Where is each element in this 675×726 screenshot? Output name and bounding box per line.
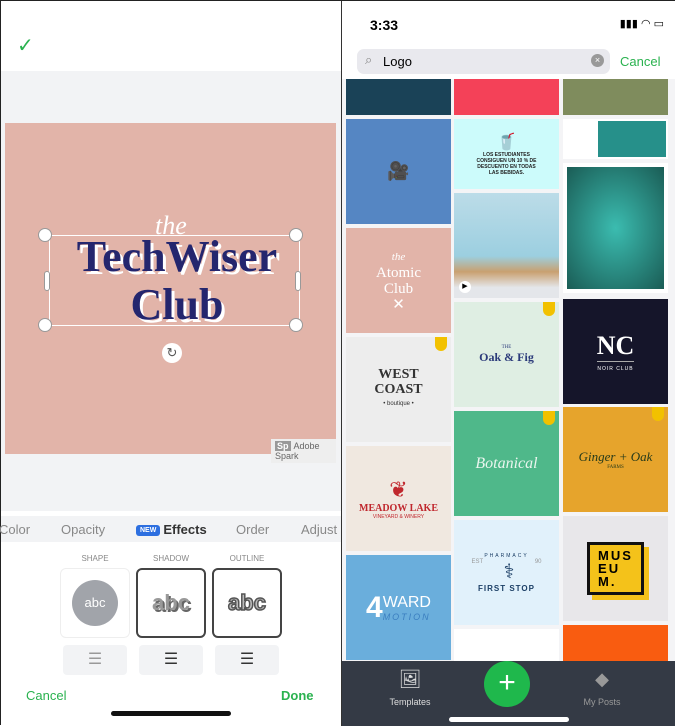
template-tile[interactable]: NC NOIR CLUB [563, 299, 668, 404]
template-tile[interactable] [454, 79, 559, 115]
shadow-settings-icon[interactable]: ☰ [139, 645, 203, 675]
template-tile[interactable] [454, 629, 559, 661]
template-tile[interactable]: ❦ MEADOW LAKE VINEYARD & WINERY [346, 446, 451, 551]
template-tile[interactable]: Ginger + Oak FARMS [563, 407, 668, 512]
template-tile[interactable]: PHARMACY EST ⚕ 90 FIRST STOP [454, 520, 559, 625]
my-posts-icon: ◆ [595, 669, 609, 689]
premium-badge [543, 302, 555, 316]
tab-my-posts[interactable]: My Posts [562, 697, 642, 707]
clear-icon[interactable]: × [591, 54, 604, 67]
resize-handle[interactable] [289, 318, 303, 332]
template-tile[interactable] [563, 163, 668, 293]
search-icon: ⌕ [365, 52, 373, 67]
tab-opacity[interactable]: Opacity [61, 522, 105, 537]
resize-handle[interactable] [289, 228, 303, 242]
resize-handle[interactable] [38, 318, 52, 332]
side-handle[interactable] [295, 271, 301, 291]
tool-tabs: Color Opacity NEW Effects Order Adjust [0, 516, 341, 542]
shape-settings-icon[interactable]: ☰ [63, 645, 127, 675]
shape-effect-button[interactable]: abc [60, 568, 130, 638]
outline-label: OUTLINE [229, 554, 265, 563]
template-tile[interactable]: WEST COAST • boutique • [346, 337, 451, 442]
play-icon[interactable]: ▶ [459, 281, 471, 293]
template-tile[interactable]: 4 WARD MOTION [346, 555, 451, 660]
tab-color[interactable]: Color [0, 522, 30, 537]
resize-handle[interactable] [38, 228, 52, 242]
new-badge: NEW [136, 525, 161, 536]
grapes-icon: ❦ [389, 477, 408, 502]
side-handle[interactable] [44, 271, 50, 291]
home-indicator [111, 711, 231, 716]
camera-icon: 🎥 [387, 161, 410, 181]
status-icons: ▮▮▮ ◠ ▭ [619, 18, 664, 30]
shadow-label: SHADOW [153, 554, 189, 563]
tab-adjust[interactable]: Adjust [301, 522, 337, 537]
template-tile[interactable] [563, 79, 668, 115]
template-tile[interactable] [563, 119, 668, 159]
adobe-spark-watermark: Sp Adobe Spark [271, 439, 336, 463]
template-tile[interactable]: THE Oak & Fig [454, 302, 559, 407]
tab-templates[interactable]: Templates [370, 697, 450, 707]
status-time: 3:33 [370, 17, 399, 33]
create-plus-button[interactable]: + [484, 661, 530, 707]
tab-effects[interactable]: NEW Effects [136, 522, 207, 537]
template-tile[interactable]: ▶ [454, 193, 559, 298]
templates-icon: 🖼 [398, 669, 422, 689]
editor-panel: ✓ the TechWiser Club ↻ Sp Adobe Spark Colo… [0, 1, 341, 726]
premium-badge [652, 407, 664, 421]
outline-effect-button[interactable]: abc [212, 568, 282, 638]
shadow-effect-button[interactable]: abc [136, 568, 206, 638]
search-input[interactable]: ⌕ Logo × [357, 49, 610, 74]
outline-settings-icon[interactable]: ☰ [215, 645, 279, 675]
cancel-button[interactable]: Cancel [26, 688, 66, 703]
premium-badge [435, 337, 447, 351]
search-cancel-button[interactable]: Cancel [620, 54, 660, 69]
selection-box [49, 235, 300, 326]
template-tile[interactable]: 🎥 [346, 119, 451, 224]
design-canvas[interactable]: the TechWiser Club ↻ Sp Adobe Spark [5, 123, 336, 463]
template-tile[interactable]: the Atomic Club ✕ [346, 228, 451, 333]
template-browser: 3:33 ▮▮▮ ◠ ▭ ⌕ Logo × Cancel 🎥 the Atomic Cl… [341, 1, 675, 726]
tab-order[interactable]: Order [236, 522, 269, 537]
drink-icon: 🥤 [496, 134, 517, 151]
done-button[interactable]: Done [281, 688, 314, 703]
template-tile[interactable]: MUS EU M. [563, 516, 668, 621]
premium-badge [543, 411, 555, 425]
template-tile[interactable] [346, 79, 451, 115]
shape-label: SHAPE [81, 554, 109, 563]
caduceus-icon: ⚕ [503, 560, 515, 583]
template-tile[interactable]: 🥤 LOS ESTUDIANTES CONSIGUEN UN 10 % DE DE… [454, 119, 559, 189]
template-tile[interactable]: Botanical [454, 411, 559, 516]
template-tile[interactable] [563, 625, 668, 661]
home-indicator [449, 717, 569, 722]
rotate-icon[interactable]: ↻ [162, 343, 182, 363]
confirm-check-icon[interactable]: ✓ [17, 33, 34, 58]
